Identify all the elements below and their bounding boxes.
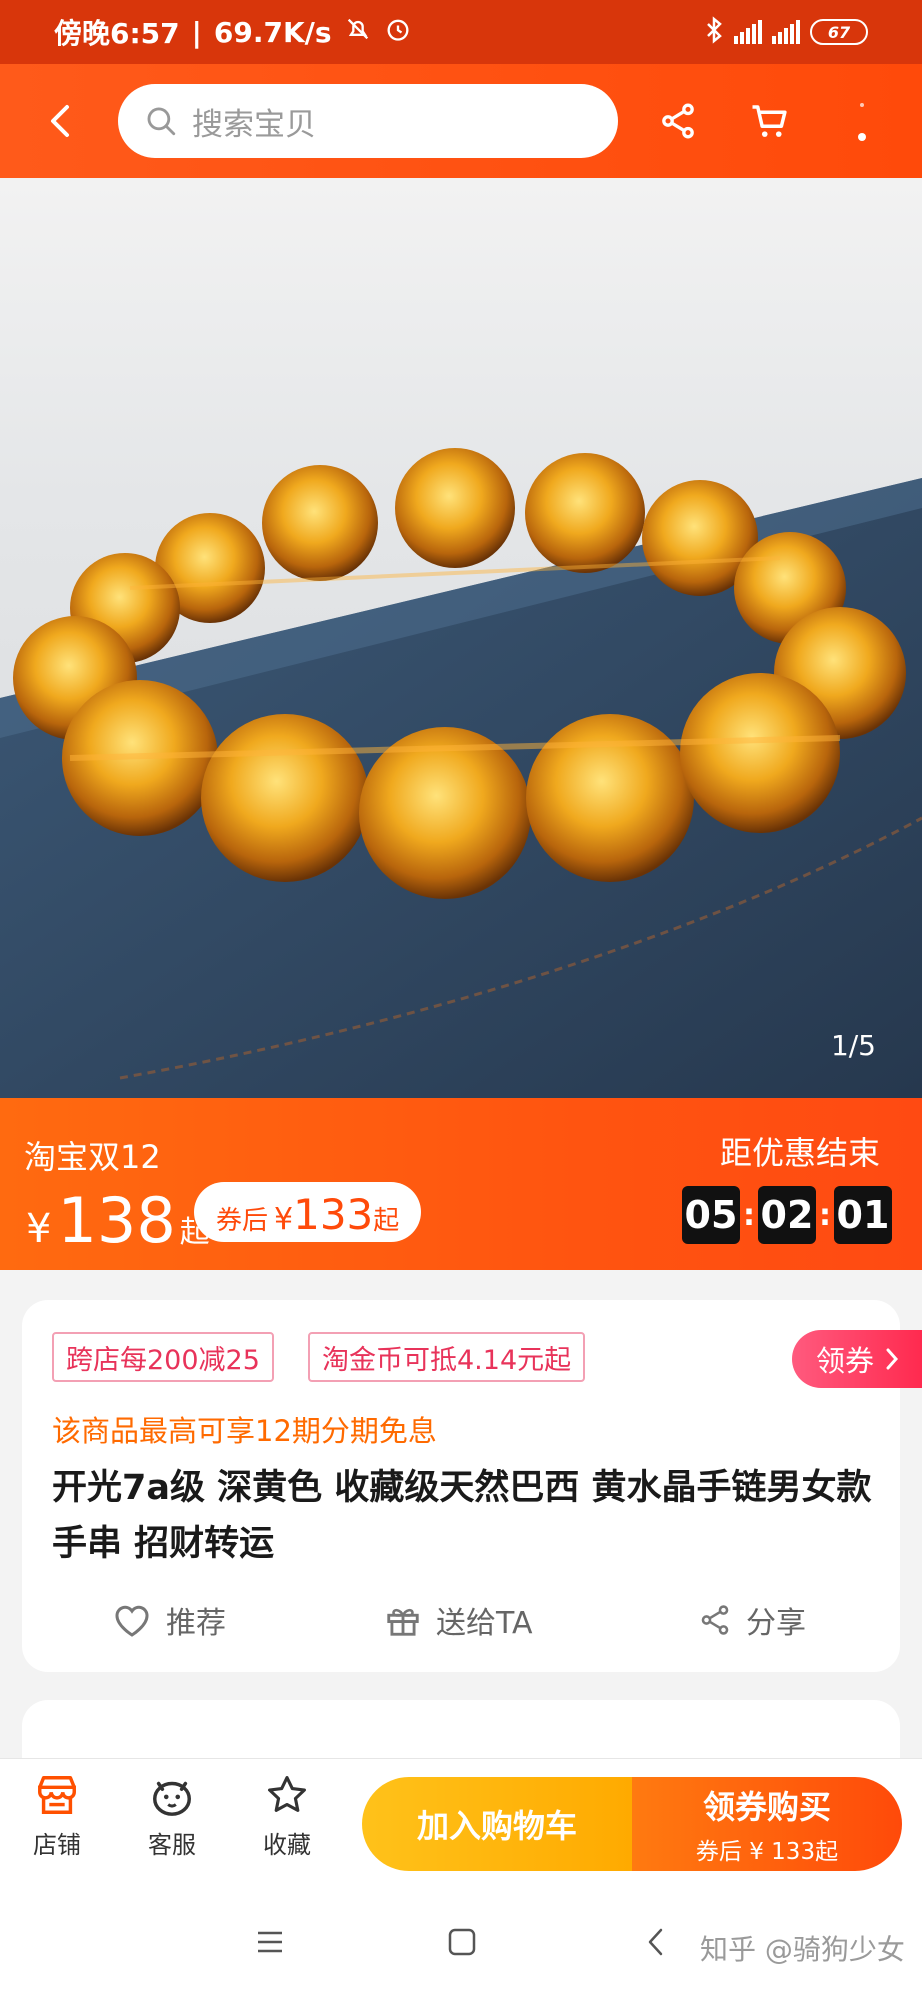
countdown-label: 距优惠结束 xyxy=(719,1134,880,1172)
more-icon xyxy=(858,103,866,141)
cart-icon xyxy=(752,105,787,137)
product-image-carousel[interactable]: 1/5 xyxy=(0,178,922,1098)
purchase-buttons: 加入购物车 领券购买 券后 ¥ 133起 xyxy=(362,1777,902,1871)
search-placeholder: 搜索宝贝 xyxy=(192,106,316,143)
alarm-icon xyxy=(384,15,412,50)
promo-banner: 淘宝双12 ¥ 138 起 券后 ¥ 133 起 距优惠结束 05 : 02 :… xyxy=(0,1098,922,1270)
claim-coupon-button[interactable]: 领券 xyxy=(792,1330,922,1388)
system-navigation-bar: 知乎 @骑狗少女 xyxy=(0,1886,922,1997)
product-image xyxy=(0,448,922,1098)
home-button[interactable] xyxy=(440,1920,484,1964)
store-icon xyxy=(38,1776,76,1814)
product-info-card: 跨店每200减25 淘金币可抵4.14元起 领券 该商品最高可享12期分期免息 … xyxy=(22,1300,922,1672)
cart-button[interactable] xyxy=(740,91,800,151)
coupon-price-value: 133 xyxy=(293,1190,374,1239)
store-tab[interactable]: 店铺 xyxy=(12,1773,102,1860)
add-to-cart-button[interactable]: 加入购物车 xyxy=(362,1777,632,1871)
promo-title: 淘宝双12 xyxy=(24,1138,161,1176)
service-icon xyxy=(153,1781,191,1816)
menu-icon xyxy=(258,1931,282,1953)
status-speed: 69.7K/s xyxy=(213,15,332,49)
bottom-action-bar: 店铺 客服 收藏 加入购物车 领券购买 券后 ¥ 133起 xyxy=(0,1758,922,1886)
status-time: 傍晚6:57 xyxy=(54,17,180,50)
top-nav: 搜索宝贝 xyxy=(0,64,922,178)
bluetooth-icon xyxy=(704,15,724,49)
signal-icon xyxy=(734,20,762,44)
price-value: 138 xyxy=(57,1184,176,1257)
customer-service-tab[interactable]: 客服 xyxy=(127,1773,217,1860)
chevron-right-icon xyxy=(886,1348,899,1370)
share-icon xyxy=(701,1605,729,1635)
countdown-timer: 05 : 02 : 01 xyxy=(682,1186,892,1244)
installment-info: 该商品最高可享12期分期免息 xyxy=(52,1414,437,1448)
coupon-buy-button[interactable]: 领券购买 券后 ¥ 133起 xyxy=(632,1777,902,1871)
heart-icon xyxy=(115,1605,149,1637)
favorite-tab[interactable]: 收藏 xyxy=(242,1773,332,1860)
product-actions: 推荐 送给TA 分享 xyxy=(22,1590,900,1650)
product-title: 开光7a级 深黄色 收藏级天然巴西 黄水晶手链男女款手串 招财转运 xyxy=(52,1468,872,1564)
star-icon xyxy=(268,1776,306,1812)
coupon-price-badge: 券后 ¥ 133 起 xyxy=(194,1182,422,1242)
gift-button[interactable]: 送给TA xyxy=(384,1598,533,1642)
recent-apps-button[interactable] xyxy=(248,1920,292,1964)
countdown-minutes: 02 xyxy=(758,1186,816,1244)
chevron-left-icon xyxy=(51,105,69,137)
countdown-seconds: 01 xyxy=(834,1186,892,1244)
promo-tag-discount[interactable]: 跨店每200减25 xyxy=(52,1332,274,1382)
signal-icon-2 xyxy=(772,20,800,44)
countdown-hours: 05 xyxy=(682,1186,740,1244)
share-product-button[interactable]: 分享 xyxy=(698,1598,806,1642)
more-button[interactable] xyxy=(832,91,892,151)
back-button[interactable] xyxy=(30,91,90,151)
share-icon xyxy=(662,103,694,139)
battery-indicator: 67 xyxy=(810,19,868,45)
gift-icon xyxy=(387,1608,419,1636)
system-back-button[interactable] xyxy=(634,1920,678,1964)
search-input[interactable]: 搜索宝贝 xyxy=(118,84,618,158)
back-icon xyxy=(648,1928,663,1956)
price: ¥ 138 起 xyxy=(26,1184,210,1257)
status-bar: 傍晚6:57 | 69.7K/s 67 xyxy=(0,0,922,64)
mute-icon xyxy=(344,15,372,50)
search-icon xyxy=(147,107,176,136)
watermark: 知乎 @骑狗少女 xyxy=(700,1933,905,1966)
promo-tag-coins[interactable]: 淘金币可抵4.14元起 xyxy=(308,1332,586,1382)
home-icon xyxy=(448,1928,476,1956)
recommend-button[interactable]: 推荐 xyxy=(112,1598,226,1642)
share-button[interactable] xyxy=(648,91,708,151)
image-counter: 1/5 xyxy=(830,1029,876,1062)
